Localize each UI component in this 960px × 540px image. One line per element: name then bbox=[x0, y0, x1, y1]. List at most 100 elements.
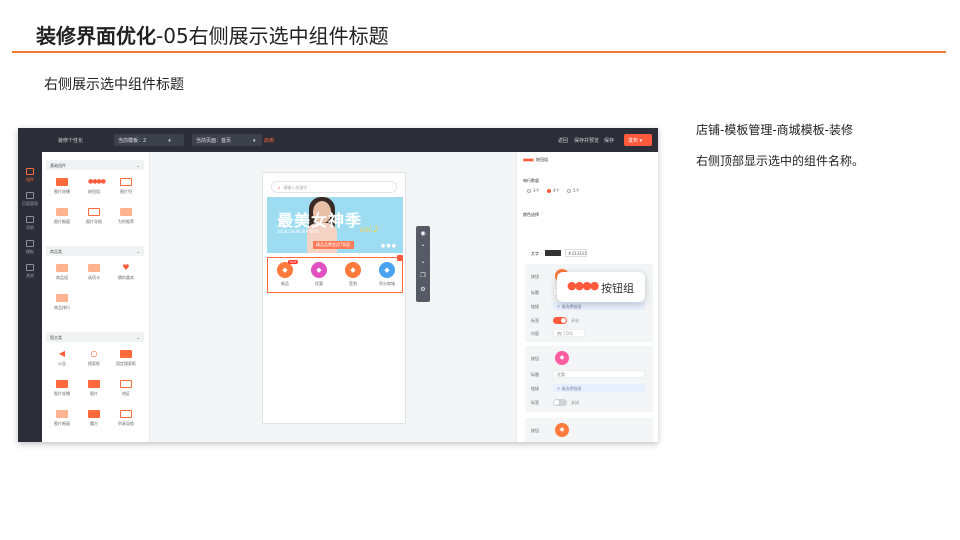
link-picker[interactable]: ⚲ 请选择链接 bbox=[553, 384, 645, 392]
tile-showcase[interactable]: 图片橱窗 bbox=[48, 204, 76, 230]
copy-icon[interactable]: ❐ bbox=[419, 272, 427, 280]
preview-button-label: 优惠 bbox=[315, 281, 323, 286]
template-icon bbox=[26, 240, 34, 247]
button-group-preview[interactable]: ◆ HOT 新品 ◆ 优惠 ◆ 签到 ◆ 积分商城 bbox=[267, 257, 403, 293]
tile-notice[interactable]: ◀ 公告 bbox=[48, 346, 76, 372]
tile-label: 为你推荐 bbox=[118, 219, 134, 224]
heart-icon: ♥ bbox=[122, 263, 130, 272]
tile-tabs[interactable]: 选项卡 bbox=[80, 260, 108, 286]
note-path: 店铺-模板管理-商城模板-装修 bbox=[696, 123, 853, 137]
list-icon bbox=[120, 410, 132, 418]
side-rail: 组件 页面管理 导航 模板 其他 bbox=[18, 152, 42, 442]
search-placeholder: 请输入关键字 bbox=[283, 185, 308, 190]
title-input[interactable]: 优惠 bbox=[553, 370, 645, 378]
preview-button-points[interactable]: ◆ 积分商城 bbox=[372, 262, 402, 287]
checkin-icon: ◆ bbox=[345, 262, 361, 278]
rail-item-nav[interactable]: 导航 bbox=[18, 216, 42, 231]
button-icon[interactable]: ◆ bbox=[555, 351, 569, 365]
link-placeholder: 请选择链接 bbox=[561, 304, 582, 309]
save-button[interactable]: 保存 bbox=[604, 137, 614, 144]
tag-toggle[interactable] bbox=[553, 317, 567, 324]
group-label: 商品类 bbox=[50, 249, 62, 254]
settings-icon[interactable]: ⚙ bbox=[419, 286, 427, 294]
tile-list-nav[interactable]: 列表导航 bbox=[112, 406, 140, 432]
card-row-label: 按钮 bbox=[531, 428, 539, 433]
tile-search-box[interactable]: ○ 搜索框 bbox=[80, 346, 108, 372]
card-row-label: 标题 bbox=[531, 290, 539, 295]
hotspot-icon bbox=[120, 380, 132, 388]
hex-input[interactable]: #333333 bbox=[565, 249, 587, 257]
dots-icon: ●●●● bbox=[567, 279, 599, 292]
tile-image-nav[interactable]: 图片导航 bbox=[80, 204, 108, 230]
phone-search-input[interactable]: ⌕ 请输入关键字 bbox=[271, 181, 397, 193]
publish-label: 发布 bbox=[628, 138, 639, 144]
tile-guess-like[interactable]: ♥ 猜你喜欢 bbox=[112, 260, 140, 286]
preview-button-discount[interactable]: ◆ 优惠 bbox=[304, 262, 334, 287]
tile-cube[interactable]: 魔方 bbox=[80, 406, 108, 432]
tile-label: 图片橱窗 bbox=[54, 421, 70, 426]
slide-title-rest: -05右侧展示选中组件标题 bbox=[156, 24, 389, 48]
color-swatch[interactable] bbox=[545, 250, 561, 256]
rail-item-components[interactable]: 组件 bbox=[18, 168, 42, 183]
slide-title: 装修界面优化-05右侧展示选中组件标题 bbox=[36, 20, 389, 49]
points-icon: ◆ bbox=[379, 262, 395, 278]
chevron-up-icon[interactable]: ⌃ bbox=[419, 244, 427, 252]
button-icon[interactable]: ◆ bbox=[555, 423, 569, 437]
tag-state: 关闭 bbox=[571, 400, 579, 405]
rail-item-template[interactable]: 模板 bbox=[18, 240, 42, 255]
rank-icon bbox=[56, 294, 68, 302]
tile-hotspot[interactable]: 热区 bbox=[112, 376, 140, 402]
content-value: 热门 bbox=[557, 331, 565, 336]
radio-5[interactable]: 5个 bbox=[567, 188, 580, 194]
phone-banner[interactable]: 最美女神季 2018 CHUN XIA NEW 精品品牌会员7折起 vol.2 … bbox=[267, 197, 403, 253]
card-row-label: 按钮 bbox=[531, 356, 539, 361]
tile-label: 图片 bbox=[90, 391, 98, 396]
eye-icon[interactable]: ◉ bbox=[419, 230, 427, 238]
content-input[interactable]: 热门 0/3 bbox=[553, 329, 585, 337]
group-goods[interactable]: 商品类 ⌄ bbox=[46, 246, 144, 256]
image-nav-icon bbox=[88, 208, 100, 216]
preview-button-new[interactable]: ◆ HOT 新品 bbox=[270, 260, 300, 287]
template-select[interactable]: 当前模板：2 ▾ bbox=[114, 134, 184, 146]
tile-carousel[interactable]: 图片轮播 bbox=[48, 174, 76, 200]
tile-image[interactable]: 图片 bbox=[80, 376, 108, 402]
tile-fixed-search[interactable]: 固定搜索框 bbox=[112, 346, 140, 372]
delete-corner-icon[interactable] bbox=[397, 255, 403, 261]
rail-item-pages[interactable]: 页面管理 bbox=[18, 192, 42, 207]
text-color-label: 文字 bbox=[531, 251, 539, 256]
page-select[interactable]: 当前页面：首页 ▾ bbox=[192, 134, 262, 146]
tile-button-group[interactable]: ●●●● 按钮组 bbox=[80, 174, 108, 200]
back-button[interactable]: 返回 bbox=[558, 137, 568, 144]
tile-image-column[interactable]: 图片列 bbox=[112, 174, 140, 200]
group-basic[interactable]: 基础组件 ⌄ bbox=[46, 160, 144, 170]
link-picker[interactable]: ⚲ 请选择链接 bbox=[553, 302, 645, 310]
group-media[interactable]: 图文类 ⌄ bbox=[46, 332, 144, 342]
link-placeholder: 请选择链接 bbox=[561, 386, 582, 391]
banner-tag: 精品品牌会员7折起 bbox=[313, 241, 354, 249]
tag-toggle[interactable] bbox=[553, 399, 567, 406]
card-row-label: 标题 bbox=[531, 372, 539, 377]
radio-4[interactable]: 4个 bbox=[547, 188, 560, 194]
radio-3[interactable]: 3个 bbox=[527, 188, 540, 194]
rail-label: 其他 bbox=[26, 273, 34, 278]
tile-media-showcase[interactable]: 图片橱窗 bbox=[48, 406, 76, 432]
template-select-value: 当前模板：2 bbox=[118, 138, 147, 144]
tile-goods-rank[interactable]: 商品排行 bbox=[48, 290, 76, 316]
card-row-label: 按钮 bbox=[531, 274, 539, 279]
publish-button[interactable]: 发布 ▾ bbox=[624, 134, 652, 146]
tile-recommend[interactable]: 为你推荐 bbox=[112, 204, 140, 230]
tile-label: 图片导航 bbox=[86, 219, 102, 224]
group-label: 图文类 bbox=[50, 335, 62, 340]
button-card-2: 按钮 ◆ 标题 优惠 链接 ⚲ 请选择链接 标签 关闭 bbox=[525, 346, 653, 412]
rail-item-other[interactable]: 其他 bbox=[18, 264, 42, 279]
tile-label: 图片列 bbox=[120, 189, 132, 194]
new-icon: ◆ bbox=[277, 262, 293, 278]
tile-goods-group[interactable]: 商品组 bbox=[48, 260, 76, 286]
tile-label: 图片橱窗 bbox=[54, 219, 70, 224]
tile-media-carousel[interactable]: 图片轮播 bbox=[48, 376, 76, 402]
rail-label: 组件 bbox=[26, 177, 34, 182]
status-badge: 启用 bbox=[264, 138, 275, 144]
chevron-down-icon[interactable]: ⌄ bbox=[419, 258, 427, 266]
save-preview-button[interactable]: 保存并预览 bbox=[574, 137, 599, 144]
preview-button-checkin[interactable]: ◆ 签到 bbox=[338, 262, 368, 287]
